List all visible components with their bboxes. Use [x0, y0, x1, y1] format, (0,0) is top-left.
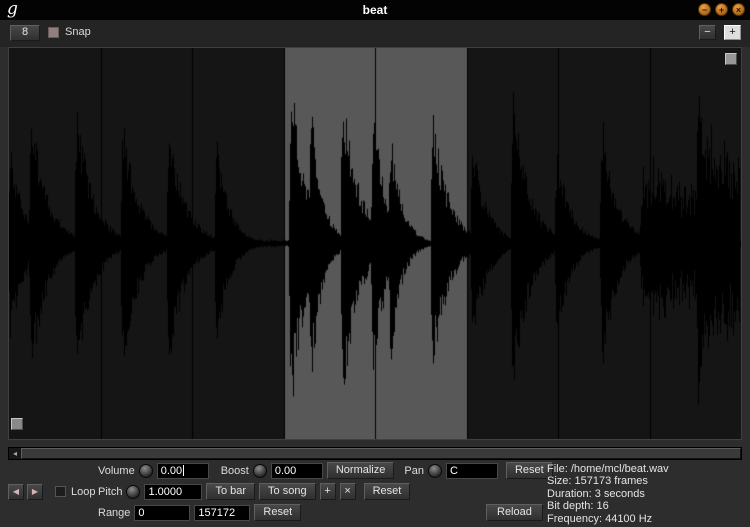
loop-group: Loop — [55, 486, 95, 498]
snap-group: Snap — [48, 26, 91, 38]
pitch-row: Pitch 1.0000 To bar To song + × Reset — [98, 483, 411, 500]
snap-count-button[interactable]: 8 — [10, 25, 40, 41]
window-title: beat — [362, 3, 388, 17]
boost-value: 0.00 — [274, 464, 297, 477]
pan-input[interactable]: C — [445, 462, 498, 479]
toolbar: 8 Snap − + — [0, 20, 750, 47]
range-end-input[interactable]: 157172 — [194, 504, 251, 521]
info-size: Size: 157173 frames — [547, 475, 648, 488]
to-bar-button[interactable]: To bar — [206, 483, 256, 500]
control-panel: Volume 0.00 Boost 0.00 Normalize Pan C R… — [0, 460, 750, 527]
selection-handle-bottom-left[interactable] — [11, 418, 23, 430]
minimize-button[interactable]: − — [698, 3, 711, 16]
reload-button[interactable]: Reload — [486, 504, 543, 521]
loop-label: Loop — [71, 485, 96, 498]
waveform-canvas[interactable] — [9, 48, 741, 439]
pitch-value: 1.0000 — [148, 485, 183, 498]
play-button[interactable]: ▶ — [27, 483, 43, 500]
range-reset-button[interactable]: Reset — [254, 504, 302, 521]
loop-checkbox[interactable] — [55, 486, 66, 497]
add-button[interactable]: + — [319, 483, 336, 500]
range-label: Range — [98, 506, 131, 519]
zoom-in-button[interactable]: + — [724, 25, 741, 40]
snap-checkbox[interactable] — [48, 26, 59, 38]
volume-row: Volume 0.00 Boost 0.00 Normalize Pan C R… — [98, 462, 553, 479]
range-end-value: 157172 — [198, 506, 236, 519]
info-frequency: Frequency: 44100 Hz — [547, 512, 653, 525]
horizontal-scrollbar[interactable]: ◂ — [8, 447, 742, 460]
volume-knob[interactable] — [138, 463, 153, 478]
range-row: Range 0 157172 Reset — [98, 504, 302, 521]
titlebar: g beat − + × — [0, 0, 750, 20]
range-start-input[interactable]: 0 — [134, 504, 191, 521]
volume-input[interactable]: 0.00 — [156, 462, 209, 479]
zoom-out-button[interactable]: − — [699, 25, 716, 40]
info-bit-depth: Bit depth: 16 — [547, 500, 609, 513]
boost-knob[interactable] — [252, 463, 267, 478]
boost-label: Boost — [220, 464, 249, 477]
pan-value: C — [449, 464, 458, 477]
pan-knob[interactable] — [427, 463, 442, 478]
selection-handle-top-right[interactable] — [725, 53, 737, 65]
rewind-button[interactable]: ◀ — [8, 483, 24, 500]
volume-label: Volume — [98, 464, 135, 477]
maximize-button[interactable]: + — [715, 3, 728, 16]
to-song-button[interactable]: To song — [259, 483, 316, 500]
volume-value: 0.00 — [160, 464, 183, 477]
scroll-left-arrow-icon[interactable]: ◂ — [9, 448, 21, 459]
zoom-controls: − + — [699, 25, 741, 40]
file-info: File: /home/mcl/beat.wav Size: 157173 fr… — [547, 463, 669, 525]
pitch-label: Pitch — [98, 485, 123, 498]
remove-button[interactable]: × — [339, 483, 356, 500]
info-file: File: /home/mcl/beat.wav — [547, 463, 669, 475]
scroll-thumb[interactable] — [21, 448, 741, 459]
boost-input[interactable]: 0.00 — [270, 462, 323, 479]
volume-reset-button[interactable]: Reset — [505, 462, 553, 479]
info-duration: Duration: 3 seconds — [547, 487, 645, 500]
waveform-view[interactable] — [8, 47, 742, 440]
text-caret — [183, 465, 185, 476]
transport-controls: ◀ ▶ Loop — [8, 483, 95, 500]
close-button[interactable]: × — [732, 3, 745, 16]
pitch-knob[interactable] — [126, 484, 141, 499]
normalize-button[interactable]: Normalize — [326, 462, 395, 479]
range-start-value: 0 — [138, 506, 145, 519]
pitch-reset-button[interactable]: Reset — [363, 483, 411, 500]
snap-label: Snap — [65, 26, 91, 38]
window-controls: − + × — [698, 3, 745, 16]
pan-label: Pan — [404, 464, 424, 477]
pitch-input[interactable]: 1.0000 — [144, 483, 203, 500]
